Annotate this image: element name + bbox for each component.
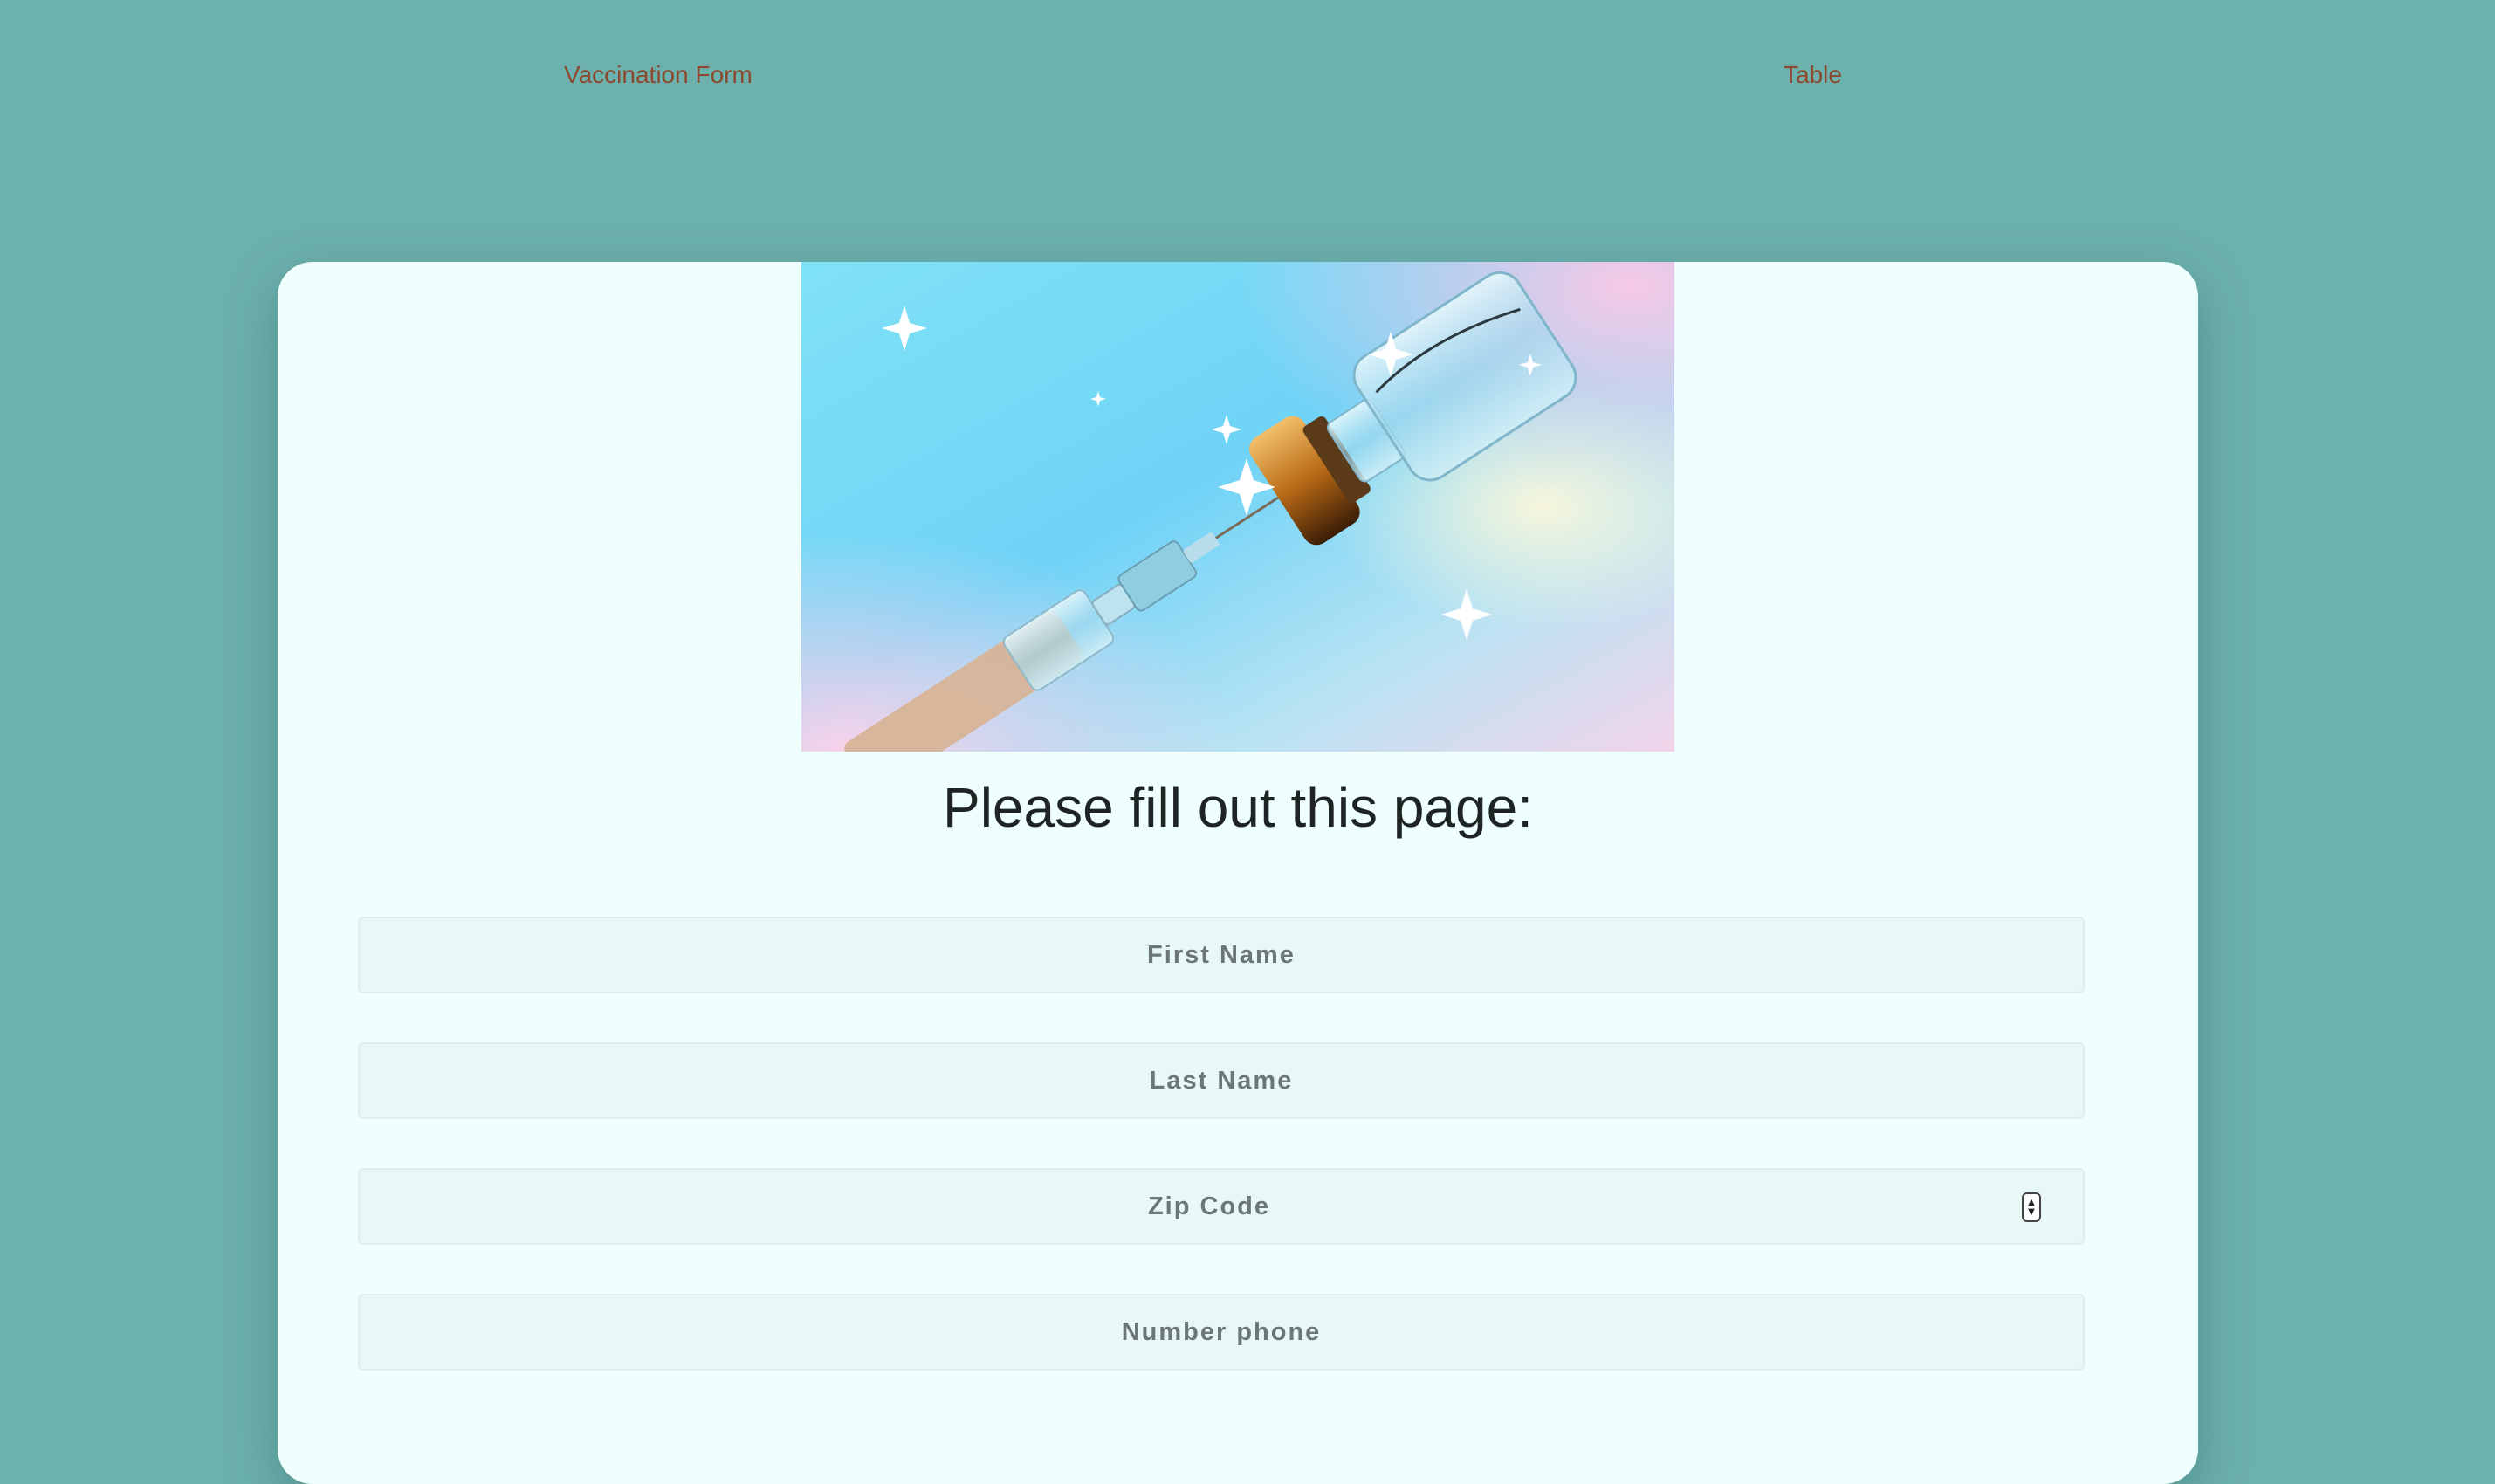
chevron-down-icon: ▼	[2028, 1207, 2035, 1217]
zip-code-input[interactable]	[358, 1168, 2085, 1245]
phone-number-input[interactable]	[358, 1294, 2085, 1371]
first-name-input[interactable]	[358, 917, 2085, 993]
nav-link-table[interactable]: Table	[1784, 61, 1842, 89]
page-title: Please fill out this page:	[943, 776, 1533, 839]
chevron-up-icon: ▲	[2028, 1198, 2035, 1207]
form-card: Please fill out this page: ▲ ▼	[278, 262, 2198, 1484]
top-nav: Vaccination Form Table	[0, 0, 2495, 157]
vaccine-hero-image	[801, 262, 1674, 752]
last-name-input[interactable]	[358, 1042, 2085, 1119]
nav-link-vaccination-form[interactable]: Vaccination Form	[564, 61, 753, 89]
zip-code-stepper[interactable]: ▲ ▼	[2022, 1192, 2041, 1222]
